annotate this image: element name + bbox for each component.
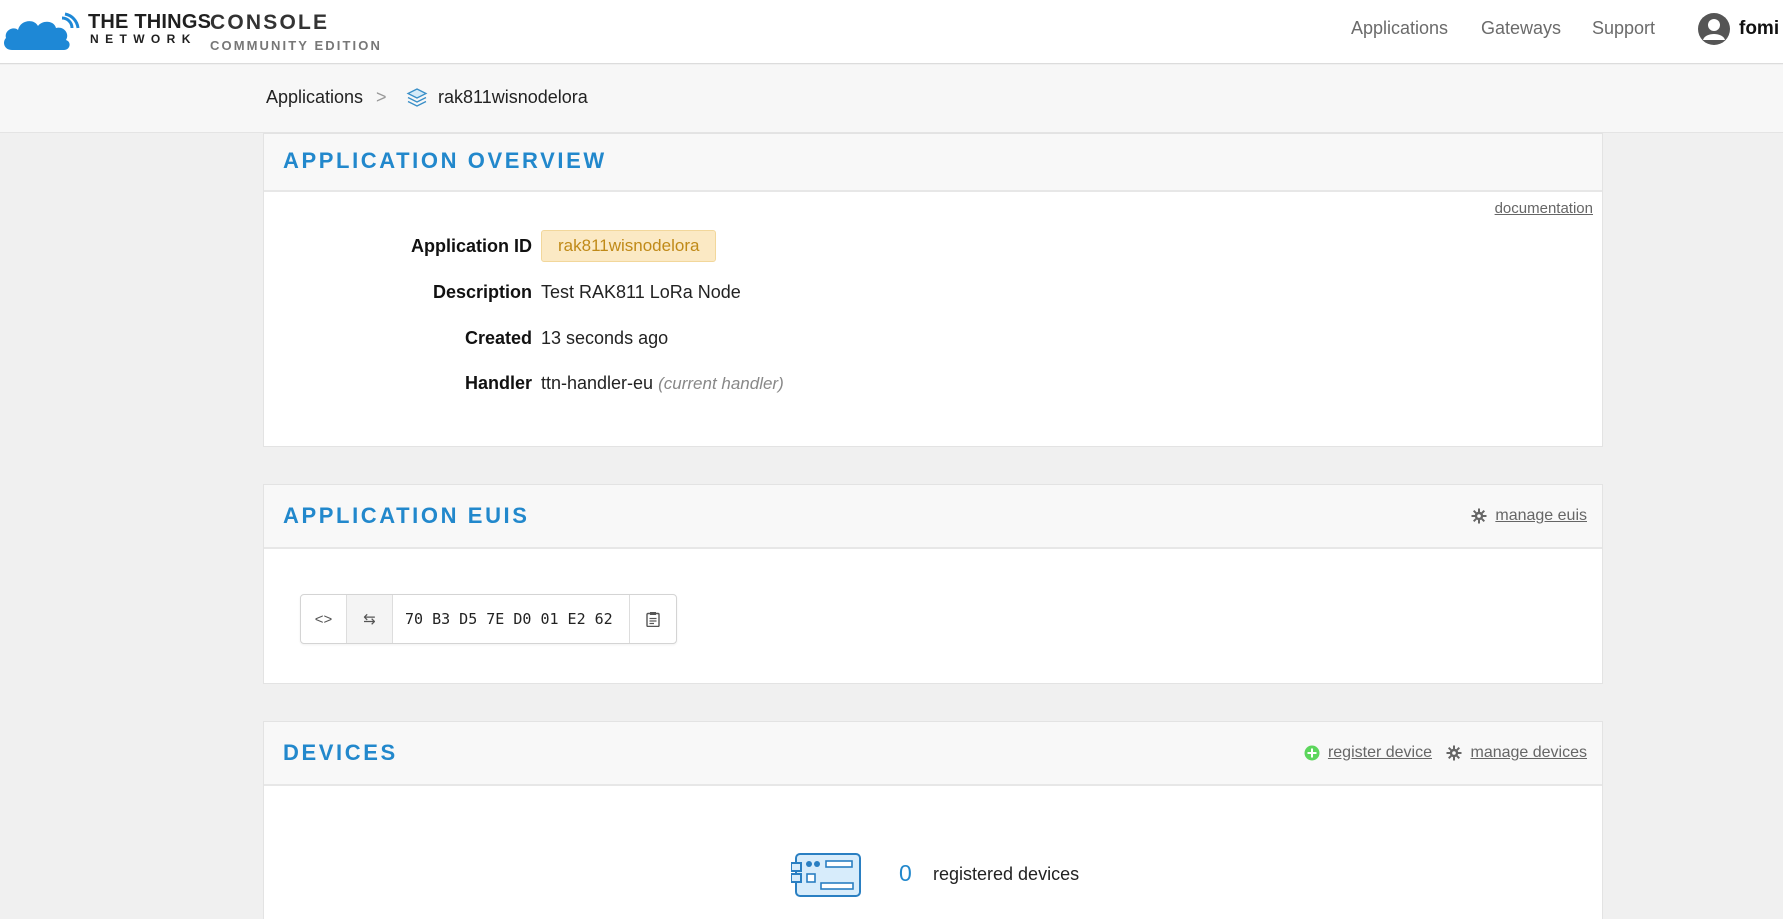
devices-title: DEVICES: [283, 740, 398, 765]
overview-panel: APPLICATION OVERVIEW documentation Appli…: [263, 133, 1603, 447]
app-id-label: Application ID: [411, 236, 532, 256]
brand-name: THE THINGS NETWORK: [88, 12, 211, 46]
brand-line1: THE THINGS: [88, 11, 212, 33]
overview-title: APPLICATION OVERVIEW: [283, 148, 607, 173]
created-label: Created: [464, 328, 532, 348]
console-label: CONSOLE: [210, 11, 330, 34]
overview-header: APPLICATION OVERVIEW: [264, 134, 1602, 192]
description-label: Description: [432, 282, 532, 302]
manage-devices-label: manage devices: [1470, 744, 1587, 761]
device-count-label: registered devices: [933, 864, 1080, 884]
created-row: Created 13 seconds ago: [264, 322, 1602, 354]
manage-euis-label: manage euis: [1495, 507, 1587, 524]
euis-panel: APPLICATION EUIS manage euis <> ⇆ 70 B3 …: [263, 484, 1603, 684]
app-id-badge[interactable]: rak811wisnodelora: [541, 230, 717, 262]
add-circle-icon: [1304, 745, 1320, 761]
register-device-link[interactable]: register device: [1304, 744, 1432, 762]
swap-byte-order-button[interactable]: ⇆: [347, 595, 393, 643]
swap-icon: ⇆: [363, 611, 376, 628]
edition-label: COMMUNITY EDITION: [210, 38, 382, 53]
euis-title: APPLICATION EUIS: [283, 503, 530, 528]
gear-icon: [1446, 745, 1462, 761]
clipboard-icon: [646, 612, 660, 627]
toggle-format-button[interactable]: <>: [301, 595, 347, 643]
description-value: Test RAK811 LoRa Node: [541, 282, 741, 302]
user-avatar-icon: [1698, 13, 1730, 45]
code-icon: <>: [314, 610, 333, 628]
handler-name: ttn-handler-eu: [541, 373, 654, 393]
device-board-icon: [790, 852, 863, 903]
gear-icon: [1471, 508, 1487, 524]
console-title: CONSOLE COMMUNITY EDITION: [210, 12, 382, 54]
app-id-row: Application ID rak811wisnodelora: [264, 230, 1602, 262]
top-navbar: THE THINGS NETWORK CONSOLE COMMUNITY EDI…: [0, 0, 1783, 64]
nav-support[interactable]: Support: [1592, 18, 1655, 39]
user-menu[interactable]: fomi: [1697, 12, 1779, 46]
description-row: Description Test RAK811 LoRa Node: [264, 276, 1602, 308]
register-device-label: register device: [1327, 744, 1432, 761]
handler-label: Handler: [464, 373, 532, 393]
breadcrumb-separator: >: [376, 87, 387, 107]
device-count: 0: [899, 860, 912, 886]
breadcrumb-applications[interactable]: Applications: [266, 87, 363, 108]
documentation-link[interactable]: documentation: [1495, 200, 1593, 217]
nav-applications[interactable]: Applications: [1351, 18, 1448, 39]
eui-value[interactable]: 70 B3 D5 7E D0 01 E2 62: [393, 595, 630, 643]
manage-euis-link[interactable]: manage euis: [1471, 507, 1587, 525]
euis-header: APPLICATION EUIS manage euis: [264, 485, 1602, 549]
created-value: 13 seconds ago: [541, 328, 669, 348]
devices-panel: DEVICES register device manage devices 0…: [263, 721, 1603, 919]
ttn-logo[interactable]: [2, 8, 82, 56]
eui-field: <> ⇆ 70 B3 D5 7E D0 01 E2 62: [300, 594, 677, 644]
cloud-icon: [4, 12, 80, 50]
user-name: fomi: [1739, 18, 1780, 39]
manage-devices-link[interactable]: manage devices: [1446, 744, 1587, 762]
breadcrumb-current: rak811wisnodelora: [438, 87, 588, 107]
handler-note: (current handler): [658, 374, 784, 393]
nav-gateways[interactable]: Gateways: [1481, 18, 1561, 39]
copy-eui-button[interactable]: [630, 595, 676, 643]
brand-line2: NETWORK: [90, 32, 197, 46]
breadcrumb: Applications > rak811wisnodelora: [0, 65, 1783, 133]
layers-icon: [406, 87, 428, 114]
handler-row: Handler ttn-handler-eu (current handler): [264, 367, 1602, 399]
devices-header: DEVICES register device manage devices: [264, 722, 1602, 786]
handler-value: ttn-handler-eu (current handler): [541, 373, 784, 394]
